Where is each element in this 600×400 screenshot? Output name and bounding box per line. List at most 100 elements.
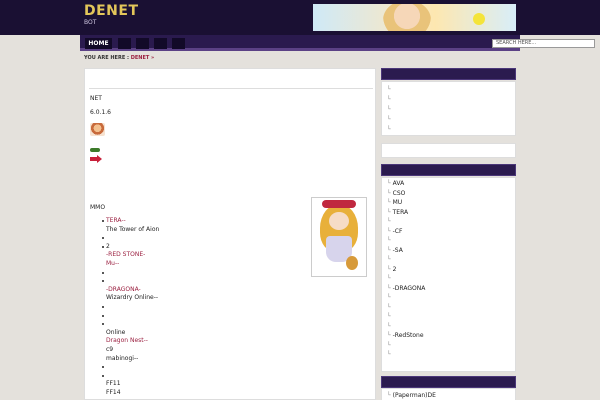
tree-branch-icon: └: [387, 96, 391, 103]
sidebar-link-item[interactable]: └: [387, 256, 393, 263]
tree-branch-icon: └: [387, 180, 391, 187]
sidebar-link-item[interactable]: └: [387, 218, 393, 225]
site-header: DENET BOT: [0, 0, 600, 35]
sidebar-link-item[interactable]: └: [387, 275, 393, 282]
header-banner-image[interactable]: [313, 4, 516, 31]
tree-branch-icon: └: [387, 322, 391, 330]
tree-branch-icon: └: [387, 351, 391, 358]
sidebar-link-item[interactable]: └ MU: [387, 199, 402, 206]
tree-branch-icon: └: [387, 208, 391, 216]
site-logo[interactable]: DENET: [84, 3, 139, 19]
sidebar-box-1: └ └ └ └ └: [381, 81, 516, 136]
nav-tab-1[interactable]: [118, 38, 131, 49]
game-list-item: FF11: [106, 380, 121, 388]
tree-branch-icon: └: [387, 237, 391, 244]
breadcrumb: YOU ARE HERE : DENET »: [84, 55, 154, 61]
sidebar-link-item[interactable]: └: [387, 351, 393, 358]
game-list-item[interactable]: -DRAGONA-: [106, 286, 159, 295]
sidebar-link-item[interactable]: └: [387, 323, 393, 330]
sidebar-header-2: [381, 164, 516, 176]
tree-branch-icon: └: [387, 265, 391, 273]
tree-branch-icon: └: [387, 218, 391, 225]
sidebar-link-item[interactable]: └: [387, 96, 393, 103]
tree-branch-icon: └: [387, 392, 391, 399]
sidebar-link-item[interactable]: └: [387, 106, 393, 113]
sidebar-link-item[interactable]: └: [387, 86, 393, 93]
tree-branch-icon: └: [387, 126, 391, 133]
sidebar-link-item[interactable]: └ AVA: [387, 180, 404, 187]
nav-tab-3[interactable]: [154, 38, 167, 49]
sidebar-link-item[interactable]: └ CSO: [387, 190, 405, 197]
sidebar-link-item[interactable]: └: [387, 304, 393, 311]
tree-branch-icon: └: [387, 256, 391, 263]
game-list-item[interactable]: -RED STONE-: [106, 251, 159, 260]
tree-branch-icon: └: [387, 227, 391, 235]
nav-tab-2[interactable]: [136, 38, 149, 49]
breadcrumb-current[interactable]: DENET »: [131, 55, 155, 61]
sidebar-link-label[interactable]: -SA: [393, 247, 403, 254]
game-list-item: [101, 303, 159, 312]
sidebar-link-item[interactable]: └: [387, 116, 393, 123]
sidebar-link-label[interactable]: CSO: [393, 190, 406, 197]
game-list-item: [101, 312, 159, 321]
sidebar-box-2: └ AVA └ CSO └ MU └ TERA └ └ -CF └ └ -SA └ └ 2 └ └ -DRAGONA └…: [381, 177, 516, 372]
game-list-item[interactable]: TERA--: [101, 217, 159, 226]
tree-branch-icon: └: [387, 341, 391, 349]
sidebar-link-label[interactable]: (Paperman)DE: [393, 392, 436, 399]
sidebar-link-item[interactable]: └ -DRAGONA: [387, 285, 425, 292]
game-list-item[interactable]: Dragon Nest--: [106, 337, 159, 346]
nav-home-tab[interactable]: HOME: [85, 38, 112, 49]
sidebar-link-label[interactable]: -DRAGONA: [393, 285, 426, 292]
sidebar-link-label[interactable]: MU: [393, 199, 403, 206]
sidebar-link-item[interactable]: └: [387, 237, 393, 244]
small-green-icon: [90, 148, 100, 152]
chibi-character-image[interactable]: [311, 197, 367, 277]
game-list-item: mabinogi--: [106, 354, 139, 362]
post-avatar-image[interactable]: [90, 123, 105, 136]
tree-branch-icon: └: [387, 284, 391, 292]
game-list-item: [101, 269, 159, 278]
main-content: NET 6.0.1.6 MMO TERA-- The Tower of Aion 2…: [84, 68, 376, 400]
search-input[interactable]: SEARCH HERE...: [492, 39, 595, 48]
sidebar-link-item[interactable]: └ 2: [387, 266, 396, 273]
character-gourd: [346, 256, 358, 270]
mmo-heading: MMO: [90, 204, 106, 211]
sidebar-header-3: [381, 376, 516, 388]
red-arrow-icon[interactable]: [90, 155, 102, 163]
sidebar-widget-empty: [381, 143, 516, 158]
game-list-item: The Tower of Aion: [106, 225, 160, 233]
sidebar-link-item[interactable]: └ -RedStone: [387, 332, 424, 339]
sidebar-link-item[interactable]: └ -CF: [387, 228, 402, 235]
sidebar-link-label[interactable]: 2: [393, 266, 397, 273]
post-version: 6.0.1.6: [90, 109, 111, 116]
tree-branch-icon: └: [387, 116, 391, 123]
title-divider: [89, 88, 373, 89]
sidebar-link-item[interactable]: └ -SA: [387, 247, 403, 254]
sidebar-link-item[interactable]: └ TERA: [387, 209, 408, 216]
sidebar-link-item[interactable]: └: [387, 294, 393, 301]
nav-tab-4[interactable]: [172, 38, 185, 49]
sidebar-link-label[interactable]: TERA: [393, 209, 409, 216]
sidebar-link-item[interactable]: └: [387, 342, 393, 349]
tree-branch-icon: └: [387, 106, 391, 113]
tree-branch-icon: └: [387, 275, 391, 282]
tree-branch-icon: └: [387, 294, 391, 301]
sidebar-link-item[interactable]: └: [387, 313, 393, 320]
post-text-net: NET: [90, 95, 102, 102]
tree-branch-icon: └: [387, 199, 391, 206]
sidebar-link-label[interactable]: AVA: [393, 180, 405, 187]
game-list-item: [101, 363, 159, 372]
game-list-item: FF14: [106, 388, 121, 396]
sidebar-link-item[interactable]: └: [387, 126, 393, 133]
breadcrumb-prefix: YOU ARE HERE :: [84, 55, 129, 61]
game-list-item: [101, 320, 159, 329]
anime-girl-image: [383, 4, 431, 31]
sidebar-link-label[interactable]: -RedStone: [393, 332, 424, 339]
game-list-item: 2: [101, 243, 159, 252]
tree-branch-icon: └: [387, 303, 391, 311]
sidebar-link-item[interactable]: └ (Paperman)DE: [387, 392, 436, 399]
sidebar-link-label[interactable]: -CF: [393, 228, 403, 235]
character-face: [329, 212, 349, 230]
game-list-item[interactable]: Mu--: [106, 260, 159, 269]
site-tagline: BOT: [84, 19, 97, 26]
